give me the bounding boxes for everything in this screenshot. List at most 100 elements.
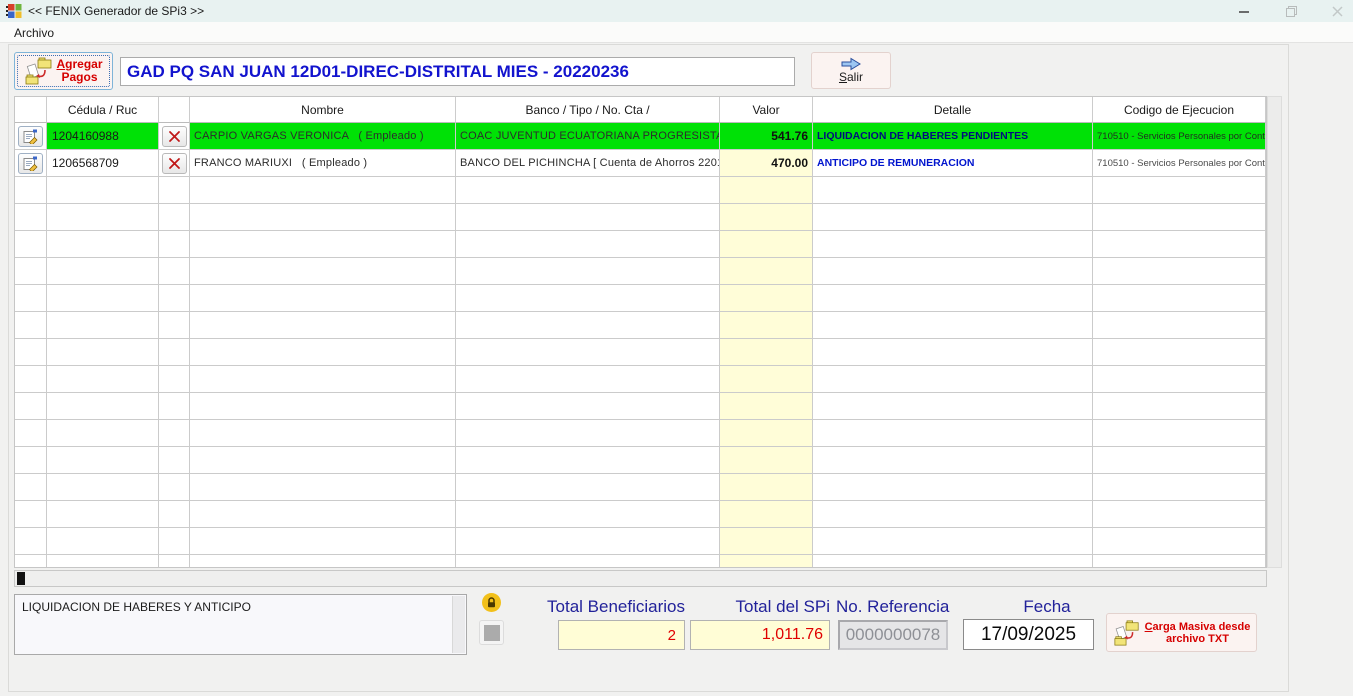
column-header: Detalle: [813, 97, 1093, 123]
cell-banco: BANCO DEL PICHINCHA [ Cuenta de Ahorros …: [456, 150, 720, 177]
agregar-pagos-button[interactable]: Agregar Pagos: [14, 52, 113, 90]
delete-row-button[interactable]: [162, 126, 187, 147]
cell-cedula: 1206568709: [47, 150, 159, 177]
edit-row-button[interactable]: [18, 126, 43, 147]
empty-cell: [813, 258, 1093, 285]
empty-table-row[interactable]: [15, 474, 1266, 501]
empty-cell: [813, 366, 1093, 393]
total-spi-label: Total del SPi: [650, 597, 830, 618]
empty-cell: [47, 501, 159, 528]
maximize-button[interactable]: [1274, 0, 1308, 22]
empty-table-row[interactable]: [15, 312, 1266, 339]
delete-icon: [168, 157, 181, 170]
delete-row-button[interactable]: [162, 153, 187, 174]
empty-cell: [47, 312, 159, 339]
empty-cell: [190, 312, 456, 339]
empty-cell: [1093, 474, 1266, 501]
empty-cell: [47, 285, 159, 312]
table-row[interactable]: 1204160988CARPIO VARGAS VERONICA ( Emple…: [15, 123, 1266, 150]
empty-table-row[interactable]: [15, 447, 1266, 474]
empty-table-row[interactable]: [15, 339, 1266, 366]
empty-cell: [190, 366, 456, 393]
empty-table-row[interactable]: [15, 501, 1266, 528]
edit-row-button[interactable]: [18, 153, 43, 174]
empty-cell: [456, 474, 720, 501]
empty-cell: [47, 393, 159, 420]
color-swatch-button[interactable]: [479, 620, 504, 645]
empty-table-row[interactable]: [15, 285, 1266, 312]
empty-cell: [1093, 285, 1266, 312]
empty-cell: [190, 555, 456, 568]
empty-cell: [159, 258, 190, 285]
column-header: Banco / Tipo / No. Cta /: [456, 97, 720, 123]
empty-table-row[interactable]: [15, 555, 1266, 568]
empty-cell: [190, 474, 456, 501]
empty-table-row[interactable]: [15, 258, 1266, 285]
salir-button[interactable]: Salir: [811, 52, 891, 89]
empty-cell: [190, 528, 456, 555]
column-header: [15, 97, 47, 123]
empty-cell: [47, 339, 159, 366]
empty-cell: [813, 528, 1093, 555]
column-header: Cédula / Ruc: [47, 97, 159, 123]
fecha-field[interactable]: 17/09/2025: [963, 619, 1094, 650]
table-row[interactable]: 1206568709FRANCO MARIUXI ( Empleado )BAN…: [15, 150, 1266, 177]
empty-table-row[interactable]: [15, 393, 1266, 420]
empty-cell: [720, 258, 813, 285]
empty-cell: [1093, 366, 1266, 393]
empty-cell: [813, 312, 1093, 339]
empty-cell: [15, 177, 47, 204]
empty-cell: [190, 231, 456, 258]
empty-cell: [813, 231, 1093, 258]
empty-cell: [15, 366, 47, 393]
empty-cell: [190, 339, 456, 366]
horizontal-scrollbar[interactable]: [14, 570, 1267, 587]
scrollbar-thumb[interactable]: [17, 572, 25, 585]
empty-cell: [813, 177, 1093, 204]
menu-archivo[interactable]: Archivo: [10, 25, 58, 41]
edit-cell: [15, 150, 47, 177]
document-title-field[interactable]: GAD PQ SAN JUAN 12D01-DIREC-DISTRITAL MI…: [120, 57, 795, 86]
carga-masiva-button[interactable]: Carga Masiva desde archivo TXT: [1106, 613, 1257, 652]
empty-cell: [456, 258, 720, 285]
empty-cell: [159, 231, 190, 258]
minimize-button[interactable]: [1227, 0, 1261, 22]
empty-cell: [15, 555, 47, 568]
empty-cell: [813, 393, 1093, 420]
description-scrollbar[interactable]: [452, 596, 465, 653]
total-beneficiarios-field: 2: [558, 620, 685, 650]
column-header: Valor: [720, 97, 813, 123]
empty-cell: [47, 231, 159, 258]
exit-arrow-icon: [840, 57, 862, 71]
empty-cell: [47, 528, 159, 555]
empty-cell: [159, 501, 190, 528]
payments-table[interactable]: Cédula / RucNombreBanco / Tipo / No. Cta…: [14, 96, 1267, 568]
empty-cell: [813, 420, 1093, 447]
description-textarea[interactable]: LIQUIDACION DE HABERES Y ANTICIPO: [14, 594, 467, 655]
empty-cell: [15, 501, 47, 528]
empty-cell: [456, 312, 720, 339]
cell-codigo: 710510 - Servicios Personales por Contra…: [1093, 150, 1266, 177]
empty-cell: [813, 474, 1093, 501]
empty-table-row[interactable]: [15, 420, 1266, 447]
empty-cell: [456, 339, 720, 366]
fecha-label: Fecha: [1000, 597, 1094, 618]
empty-table-row[interactable]: [15, 231, 1266, 258]
empty-cell: [47, 447, 159, 474]
empty-table-row[interactable]: [15, 204, 1266, 231]
empty-cell: [456, 231, 720, 258]
empty-table-row[interactable]: [15, 528, 1266, 555]
total-spi-field: 1,011.76: [690, 620, 830, 650]
empty-cell: [1093, 528, 1266, 555]
empty-cell: [813, 339, 1093, 366]
empty-cell: [1093, 447, 1266, 474]
empty-cell: [190, 393, 456, 420]
cell-valor: 470.00: [720, 150, 813, 177]
vertical-scrollbar[interactable]: [1267, 96, 1282, 568]
empty-table-row[interactable]: [15, 366, 1266, 393]
app-window-icon: [6, 3, 22, 19]
empty-cell: [15, 447, 47, 474]
empty-cell: [720, 528, 813, 555]
close-button[interactable]: [1320, 0, 1353, 22]
empty-table-row[interactable]: [15, 177, 1266, 204]
